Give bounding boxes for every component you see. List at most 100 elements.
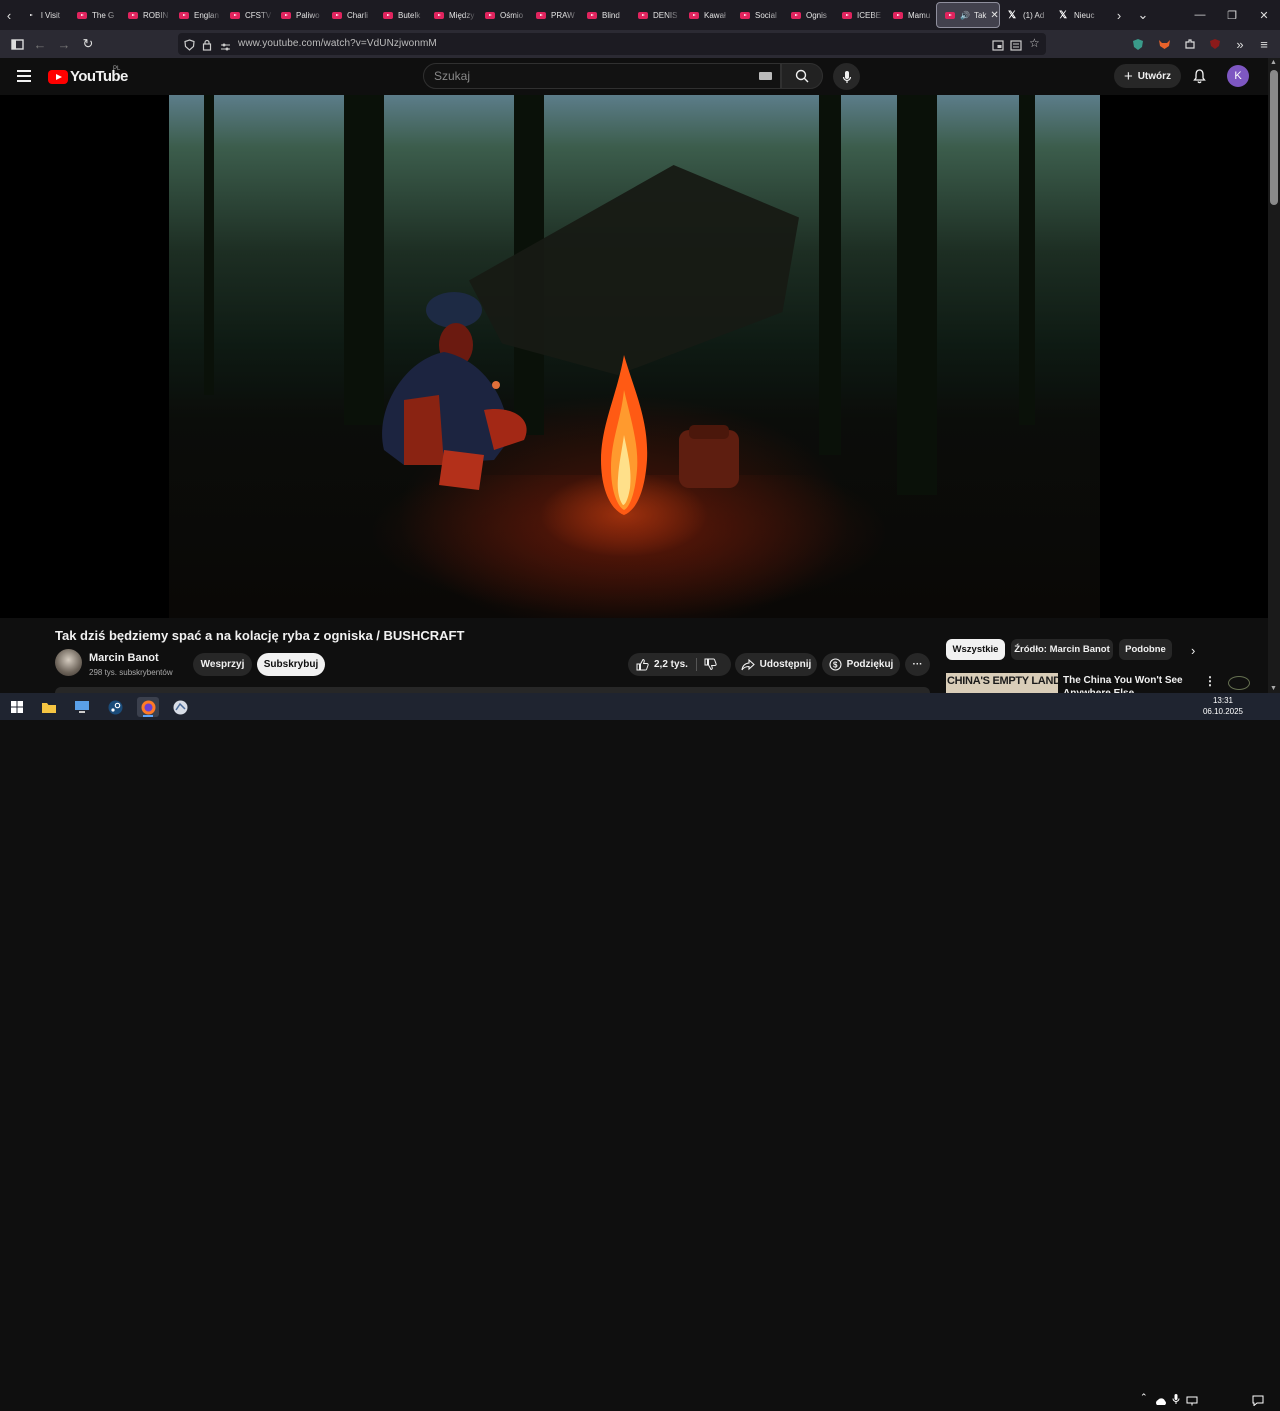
youtube-icon — [281, 11, 291, 19]
browser-tab[interactable]: l Visit — [18, 0, 69, 30]
app-icon[interactable] — [169, 697, 191, 717]
tab-audio-icon[interactable]: 🔊 — [960, 11, 970, 20]
tree-trunk — [897, 95, 937, 495]
tree-trunk — [1019, 95, 1035, 425]
tab-close-icon[interactable]: ✕ — [990, 10, 998, 21]
lock-icon[interactable] — [202, 38, 212, 56]
steam-icon[interactable] — [104, 697, 126, 717]
chip-all[interactable]: Wszystkie — [946, 639, 1005, 660]
like-count[interactable]: 2,2 tys. — [654, 659, 688, 670]
reload-icon[interactable]: ↻ — [80, 36, 96, 52]
tab-fade — [871, 0, 885, 30]
tabs-scroll-left-icon[interactable]: ‹ — [0, 8, 18, 23]
reader-view-icon[interactable] — [1010, 38, 1022, 56]
tracking-shield-icon[interactable] — [184, 38, 195, 56]
fox-extension-icon[interactable] — [1156, 36, 1172, 52]
scroll-up-icon[interactable]: ▲ — [1270, 59, 1277, 66]
back-icon[interactable]: ← — [32, 36, 48, 52]
overflow-chevrons-icon[interactable]: » — [1232, 36, 1248, 52]
scroll-down-icon[interactable]: ▼ — [1270, 685, 1277, 692]
more-actions-icon[interactable]: ··· — [905, 653, 930, 676]
onedrive-icon[interactable] — [1154, 1393, 1167, 1411]
minimize-icon[interactable]: — — [1184, 0, 1216, 30]
subscribe-button[interactable]: Subskrybuj — [257, 653, 325, 676]
youtube-icon — [945, 11, 955, 19]
guide-menu-icon[interactable] — [17, 70, 31, 82]
recommendation-menu-icon[interactable]: ⋮ — [1204, 674, 1216, 688]
youtube-icon — [77, 11, 87, 19]
browser-tab[interactable]: CFSTV — [222, 0, 273, 30]
tab-fade — [310, 0, 324, 30]
recommendation-title[interactable]: The China You Won't See Anywhere Else — [1063, 674, 1203, 693]
system-clock[interactable]: 13:31 06.10.2025 — [1198, 695, 1248, 717]
tab-fade — [412, 0, 426, 30]
browser-tab[interactable]: 𝕏 (1) Ad — [1000, 0, 1051, 30]
account-avatar[interactable]: K — [1227, 65, 1249, 87]
tab-list-dropdown-icon[interactable]: ⌄ — [1134, 7, 1152, 23]
forward-icon[interactable]: → — [56, 36, 72, 52]
support-button[interactable]: Wesprzyj — [193, 653, 252, 676]
app-menu-icon[interactable]: ≡ — [1256, 36, 1272, 52]
browser-tab[interactable]: Kawał — [681, 0, 732, 30]
voice-search-button[interactable] — [833, 63, 860, 90]
search-input[interactable] — [434, 69, 734, 83]
tray-overflow-icon[interactable]: ⌃ — [1140, 1392, 1148, 1403]
create-button[interactable]: + Utwórz — [1114, 64, 1181, 88]
tabs-scroll-right-icon[interactable]: › — [1110, 8, 1128, 23]
browser-tab[interactable]: Social — [732, 0, 783, 30]
chip-related[interactable]: Podobne — [1119, 639, 1172, 660]
browser-tab[interactable]: Między — [426, 0, 477, 30]
share-button[interactable]: Udostępnij — [735, 653, 817, 676]
scrollbar-thumb[interactable] — [1270, 70, 1278, 205]
close-window-icon[interactable]: ✕ — [1248, 0, 1280, 30]
network-icon[interactable] — [1186, 1393, 1198, 1411]
browser-tab[interactable]: 🔊 Tak ✕ — [936, 2, 1000, 28]
browser-tab[interactable]: Englan — [171, 0, 222, 30]
channel-name[interactable]: Marcin Banot — [89, 652, 159, 664]
bookmark-star-icon[interactable]: ☆ — [1029, 36, 1040, 50]
microphone-tray-icon[interactable] — [1172, 1392, 1180, 1410]
restore-icon[interactable]: ❐ — [1216, 0, 1248, 30]
browser-tab[interactable]: Butelk — [375, 0, 426, 30]
browser-tab[interactable]: Blind — [579, 0, 630, 30]
ublock-extension-icon[interactable] — [1207, 36, 1223, 52]
browser-tab[interactable]: ICEBE — [834, 0, 885, 30]
browser-tab[interactable]: Ośmio — [477, 0, 528, 30]
video-player[interactable] — [0, 95, 1268, 690]
file-explorer-icon[interactable] — [38, 697, 60, 717]
browser-tab[interactable]: ROBIN — [120, 0, 171, 30]
remote-desktop-icon[interactable] — [71, 697, 93, 717]
windows-start-icon[interactable] — [6, 697, 28, 717]
thanks-button[interactable]: $ Podziękuj — [822, 653, 900, 676]
notifications-tray-icon[interactable] — [1252, 1393, 1264, 1411]
permissions-icon[interactable] — [220, 39, 231, 57]
browser-tab[interactable]: PRAW — [528, 0, 579, 30]
browser-tab[interactable]: Paliwo — [273, 0, 324, 30]
extensions-puzzle-icon[interactable] — [1182, 36, 1198, 52]
tab-fade — [769, 0, 783, 30]
channel-avatar[interactable] — [55, 649, 82, 676]
browser-tab[interactable]: Charli — [324, 0, 375, 30]
youtube-logo[interactable]: YouTube PL — [48, 66, 128, 85]
browser-tab[interactable]: Ognis — [783, 0, 834, 30]
picture-in-picture-icon[interactable] — [992, 38, 1004, 56]
browser-tab[interactable]: The G — [69, 0, 120, 30]
dislike-icon[interactable] — [704, 658, 717, 671]
url-bar[interactable]: www.youtube.com/watch?v=VdUNzjwonmM ☆ — [178, 33, 1046, 55]
like-icon[interactable] — [636, 658, 649, 671]
search-button[interactable] — [781, 63, 823, 89]
sidebar-toggle-icon[interactable] — [9, 36, 25, 52]
recommendation-thumbnail[interactable]: CHINA'S EMPTY LANDS — [946, 673, 1058, 693]
chip-from-channel[interactable]: Źródło: Marcin Banot — [1011, 639, 1113, 660]
browser-tab[interactable]: Mamu — [885, 0, 936, 30]
notifications-bell-icon[interactable] — [1192, 68, 1208, 84]
chips-next-icon[interactable]: › — [1191, 643, 1195, 658]
page-scrollbar[interactable]: ▲ ▼ — [1268, 58, 1280, 693]
firefox-icon[interactable] — [137, 697, 159, 717]
channel-watermark-icon[interactable] — [1228, 676, 1250, 690]
keyboard-icon[interactable] — [759, 72, 772, 80]
shield-extension-icon[interactable] — [1130, 36, 1146, 52]
browser-tab[interactable]: DENIS — [630, 0, 681, 30]
browser-tab[interactable]: 𝕏 Nieuc — [1051, 0, 1102, 30]
video-frame[interactable] — [169, 95, 1100, 618]
